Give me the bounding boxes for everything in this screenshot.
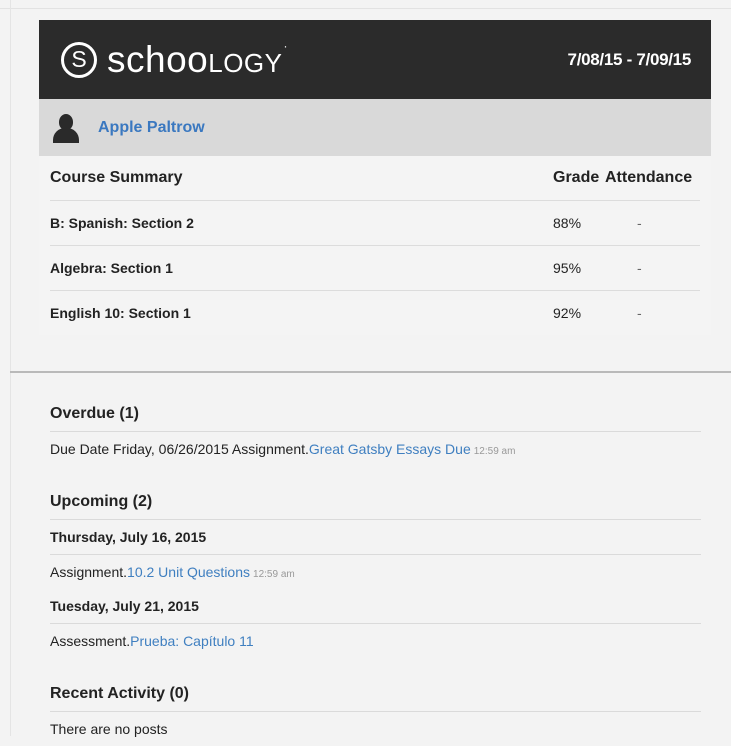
upcoming-date: Tuesday, July 21, 2015	[50, 589, 701, 624]
logo-text-accent: logy	[208, 38, 283, 80]
course-summary-table: Course Summary Grade Attendance B: Spani…	[39, 156, 711, 335]
date-range: 7/08/15 - 7/09/15	[567, 49, 692, 69]
logo-circle-icon: S	[61, 41, 97, 78]
user-silhouette-icon	[51, 113, 81, 143]
overdue-prefix: Due Date Friday, 06/26/2015 Assignment.	[50, 441, 309, 457]
upcoming-date: Thursday, July 16, 2015	[50, 520, 701, 555]
activity-feed: Overdue (1) Due Date Friday, 06/26/2015 …	[50, 396, 701, 746]
table-row: Algebra: Section 1 95% -	[50, 246, 700, 291]
recent-activity-title: Recent Activity (0)	[50, 676, 701, 712]
overdue-item: Due Date Friday, 06/26/2015 Assignment.G…	[50, 432, 701, 466]
header-grade: Grade	[553, 169, 600, 186]
table-row: English 10: Section 1 92% -	[50, 291, 700, 335]
student-bar: Apple Paltrow	[39, 99, 711, 156]
top-border	[0, 8, 731, 9]
upcoming-assignment-link[interactable]: 10.2 Unit Questions	[127, 564, 250, 580]
course-summary-header: Course Summary Grade Attendance	[50, 156, 700, 201]
upcoming-prefix: Assignment.	[50, 564, 128, 580]
header-attendance: Attendance	[605, 169, 693, 186]
course-attendance: -	[637, 305, 642, 321]
recent-activity-empty: There are no posts	[50, 721, 168, 737]
logo-text-lower: schoo	[107, 38, 209, 80]
course-grade: 95%	[553, 260, 582, 276]
logo-mark: ·	[283, 38, 288, 53]
app-header: S schoology· 7/08/15 - 7/09/15	[39, 20, 711, 99]
upcoming-title: Upcoming (2)	[50, 484, 701, 520]
course-name: English 10: Section 1	[50, 305, 191, 321]
header-course: Course Summary	[50, 169, 183, 186]
upcoming-item: Assignment.10.2 Unit Questions 12:59 am	[50, 555, 701, 589]
upcoming-item: Assessment.Prueba: Capítulo 11	[50, 624, 701, 658]
upcoming-assessment-link[interactable]: Prueba: Capítulo 11	[130, 633, 254, 649]
upcoming-time: 12:59 am	[253, 569, 295, 580]
course-name: Algebra: Section 1	[50, 260, 173, 276]
student-name-link[interactable]: Apple Paltrow	[98, 119, 205, 137]
table-row: B: Spanish: Section 2 88% -	[50, 201, 700, 246]
course-attendance: -	[637, 260, 642, 276]
left-border	[10, 0, 11, 736]
overdue-assignment-link[interactable]: Great Gatsby Essays Due	[309, 441, 471, 457]
upcoming-prefix: Assessment.	[50, 633, 131, 649]
overdue-title: Overdue (1)	[50, 396, 701, 432]
section-divider	[10, 371, 731, 373]
course-grade: 88%	[553, 215, 582, 231]
overdue-time: 12:59 am	[473, 446, 516, 457]
course-name: B: Spanish: Section 2	[50, 215, 194, 231]
schoology-logo: S schoology·	[61, 39, 288, 81]
course-grade: 92%	[553, 305, 582, 321]
course-attendance: -	[637, 215, 642, 231]
summary-card: S schoology· 7/08/15 - 7/09/15 Apple Pal…	[39, 20, 711, 335]
